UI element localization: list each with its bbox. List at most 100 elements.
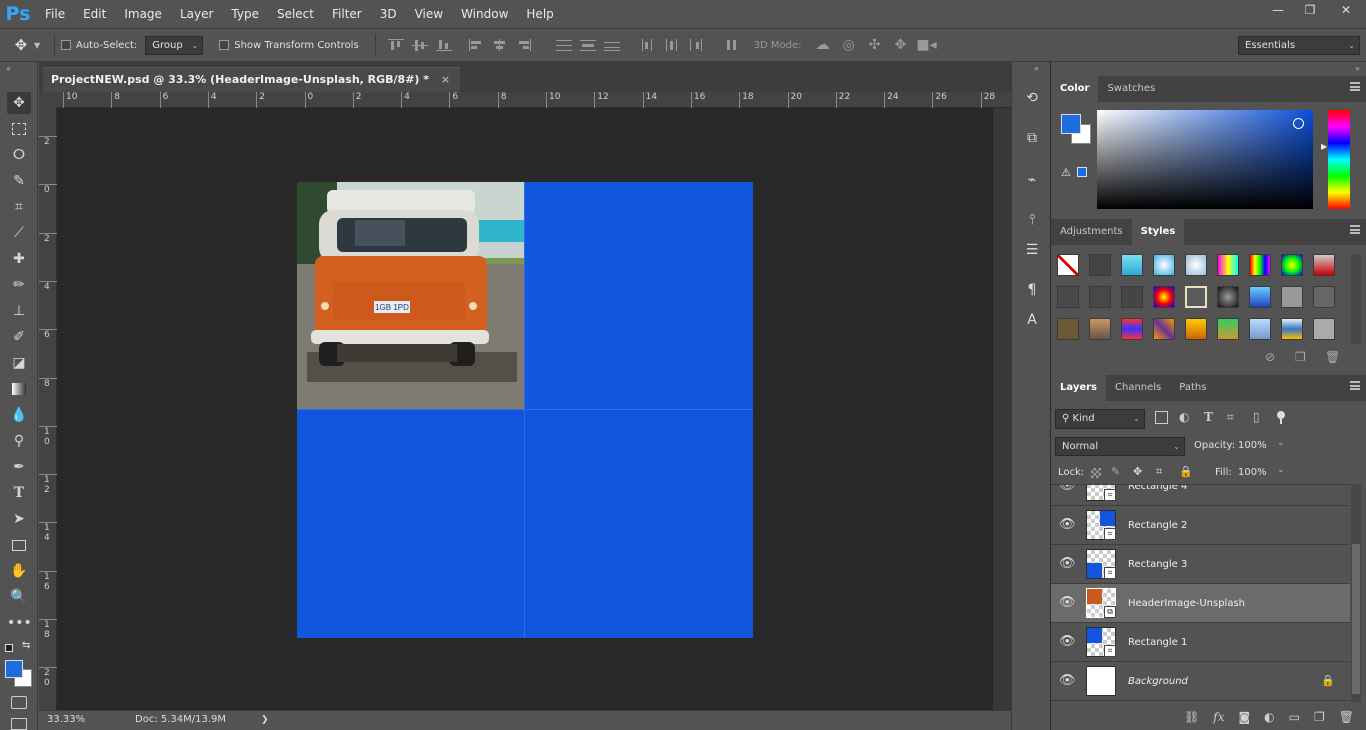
layer-row-rectangle-4[interactable]: 👁 ⌗ Rectangle 4 <box>1051 485 1350 506</box>
clone-stamp-tool[interactable]: ⊥ <box>7 300 31 322</box>
fill-caret-icon[interactable]: ⌄ <box>1277 465 1285 475</box>
horizontal-ruler[interactable]: 10 8 6 4 2 0 2 4 6 8 10 12 14 16 18 20 22 24 26 28 <box>57 92 1011 108</box>
distribute-bottom-icon[interactable] <box>603 39 620 51</box>
rectangle-tool[interactable] <box>7 534 31 556</box>
history-brush-tool[interactable]: ✐ <box>7 326 31 348</box>
layer-name[interactable]: Rectangle 4 <box>1128 485 1187 506</box>
close-window-button[interactable]: ✕ <box>1326 0 1366 22</box>
distribute-left-icon[interactable] <box>640 39 656 51</box>
style-swatch[interactable] <box>1153 318 1175 340</box>
canvas[interactable]: 1GB 1PD <box>57 108 993 710</box>
eraser-tool[interactable]: ◪ <box>7 352 31 374</box>
blur-tool[interactable]: 💧 <box>7 404 31 426</box>
properties-panel-icon[interactable]: ☰ <box>1022 240 1042 260</box>
menu-file[interactable]: File <box>36 0 74 28</box>
layer-visibility-eye-icon[interactable]: 👁 <box>1059 674 1076 688</box>
header-image-unsplash[interactable]: 1GB 1PD <box>297 182 525 410</box>
3d-scale-icon[interactable]: ■◂ <box>914 37 940 53</box>
layer-row-rectangle-3[interactable]: 👁 ⌗ Rectangle 3 <box>1051 545 1350 584</box>
menu-filter[interactable]: Filter <box>323 0 371 28</box>
quick-select-tool[interactable]: ✎ <box>7 170 31 192</box>
style-swatch[interactable] <box>1249 318 1271 340</box>
layer-row-header-image[interactable]: 👁 ⧉ HeaderImage-Unsplash <box>1051 584 1350 623</box>
character-panel-icon[interactable]: A <box>1022 310 1042 330</box>
vertical-ruler[interactable]: 2 0 2 4 6 8 1 0 1 2 1 4 1 6 1 8 2 0 <box>39 108 57 710</box>
status-menu-arrow[interactable]: ❯ <box>261 711 269 729</box>
style-swatch[interactable] <box>1281 318 1303 340</box>
hue-slider[interactable] <box>1328 110 1350 209</box>
layer-visibility-eye-icon[interactable]: 👁 <box>1059 518 1076 532</box>
layer-visibility-eye-icon[interactable]: 👁 <box>1059 485 1076 493</box>
document-tab-close-icon[interactable]: × <box>441 73 450 86</box>
layer-visibility-eye-icon[interactable]: 👁 <box>1059 596 1076 610</box>
type-tool[interactable]: T <box>7 482 31 504</box>
filter-adjustment-icon[interactable]: ◐ <box>1179 410 1189 424</box>
style-swatch[interactable] <box>1089 286 1111 308</box>
lasso-tool[interactable]: ⵔ <box>7 144 31 166</box>
layer-row-rectangle-1[interactable]: 👁 ⌗ Rectangle 1 <box>1051 623 1350 662</box>
ruler-origin[interactable] <box>39 92 57 108</box>
distribute-top-icon[interactable] <box>555 39 572 51</box>
distribute-hcenter-icon[interactable] <box>664 39 680 51</box>
menu-view[interactable]: View <box>406 0 452 28</box>
layer-row-background[interactable]: 👁 Background 🔒 <box>1051 662 1350 701</box>
style-swatch[interactable] <box>1185 286 1207 308</box>
more-tools-icon[interactable]: ••• <box>7 612 32 634</box>
healing-brush-tool[interactable]: ✚ <box>7 248 31 270</box>
align-bottom-icon[interactable] <box>435 39 452 51</box>
zoom-tool[interactable]: 🔍 <box>7 586 31 608</box>
color-field[interactable] <box>1097 110 1313 209</box>
style-swatch[interactable] <box>1153 254 1175 276</box>
clear-style-icon[interactable]: ⊘ <box>1265 350 1275 364</box>
move-tool[interactable]: ✥ <box>7 92 31 114</box>
menu-select[interactable]: Select <box>268 0 323 28</box>
add-mask-icon[interactable]: ◙ <box>1239 710 1251 724</box>
restore-button[interactable]: ❐ <box>1294 0 1326 22</box>
gradient-tool[interactable] <box>7 378 31 400</box>
styles-panel-menu-icon[interactable] <box>1350 225 1360 234</box>
tab-paths[interactable]: Paths <box>1170 375 1215 401</box>
style-swatch[interactable] <box>1217 318 1239 340</box>
align-left-icon[interactable] <box>468 39 484 51</box>
menu-3d[interactable]: 3D <box>371 0 406 28</box>
layer-visibility-eye-icon[interactable]: 👁 <box>1059 557 1076 571</box>
tab-channels[interactable]: Channels <box>1106 375 1170 401</box>
tab-swatches[interactable]: Swatches <box>1098 76 1164 102</box>
menu-edit[interactable]: Edit <box>74 0 115 28</box>
layer-name[interactable]: Background <box>1128 662 1188 701</box>
background-lock-icon[interactable]: 🔒 <box>1321 674 1335 687</box>
adjustment-layer-icon[interactable]: ◐ <box>1264 710 1274 724</box>
filter-pixel-icon[interactable] <box>1155 411 1168 424</box>
style-swatch[interactable] <box>1313 286 1335 308</box>
align-top-icon[interactable] <box>387 39 404 51</box>
history-panel-icon[interactable]: ⟲ <box>1022 88 1042 108</box>
style-swatch[interactable] <box>1313 318 1335 340</box>
layer-name[interactable]: Rectangle 1 <box>1128 623 1187 662</box>
fill-value[interactable]: 100% <box>1238 467 1267 478</box>
opacity-value[interactable]: 100% <box>1238 440 1267 451</box>
opacity-caret-icon[interactable]: ⌄ <box>1277 438 1285 448</box>
eyedropper-tool[interactable]: ⟋ <box>7 222 31 244</box>
preset-dropdown-caret[interactable]: ▼ <box>34 41 48 50</box>
filter-toggle-icon[interactable] <box>1277 411 1285 425</box>
menu-window[interactable]: Window <box>452 0 517 28</box>
lock-all-icon[interactable]: 🔒 <box>1179 465 1193 478</box>
style-swatch[interactable] <box>1121 318 1143 340</box>
new-group-folder-icon[interactable]: ▭ <box>1289 710 1300 724</box>
new-style-icon[interactable]: ❐ <box>1295 350 1306 364</box>
style-swatch[interactable] <box>1089 254 1111 276</box>
lock-position-icon[interactable]: ✥ <box>1133 465 1142 478</box>
style-swatch[interactable] <box>1153 286 1175 308</box>
style-swatch[interactable] <box>1281 286 1303 308</box>
screen-mode-icon[interactable] <box>11 718 27 730</box>
lock-artboard-icon[interactable]: ⌗ <box>1156 465 1162 479</box>
pen-tool[interactable]: ✒ <box>7 456 31 478</box>
color-panel-menu-icon[interactable] <box>1350 82 1360 91</box>
align-vcenter-icon[interactable] <box>411 39 428 51</box>
layers-scrollbar-thumb[interactable] <box>1352 544 1360 694</box>
layer-filter-kind-dropdown[interactable]: ⚲ Kind ⌄ <box>1055 409 1145 429</box>
minimize-button[interactable]: — <box>1262 0 1294 22</box>
layer-visibility-eye-icon[interactable]: 👁 <box>1059 635 1076 649</box>
tab-color[interactable]: Color <box>1051 76 1099 102</box>
delete-layer-trash-icon[interactable]: 🗑 <box>1339 710 1354 724</box>
